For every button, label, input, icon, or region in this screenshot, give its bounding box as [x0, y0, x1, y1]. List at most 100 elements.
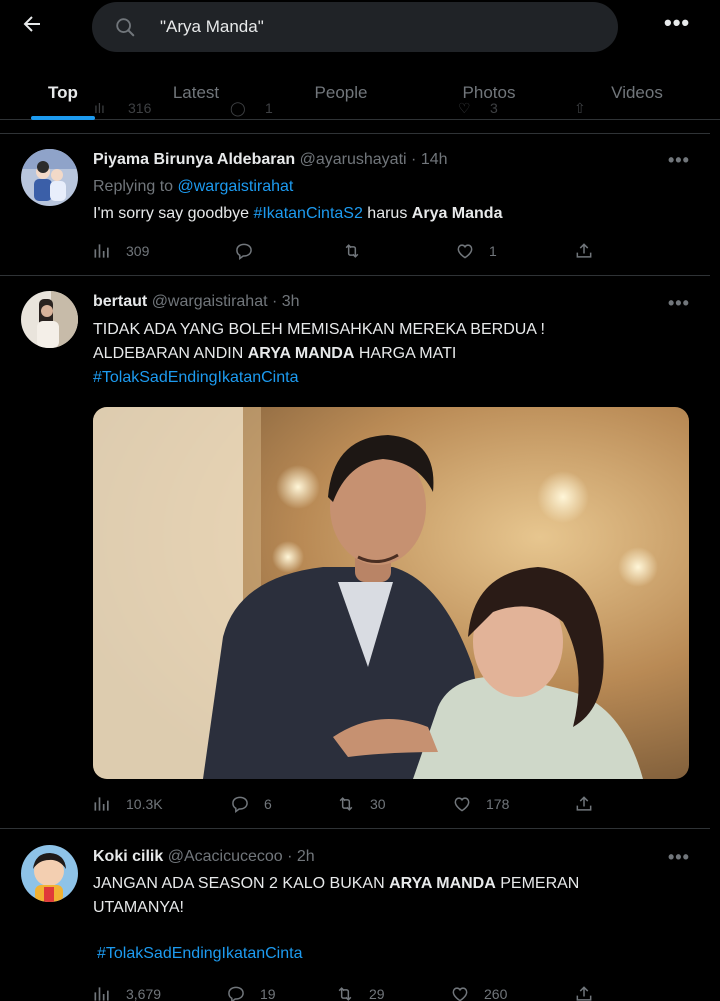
reply-to-handle[interactable]: @wargaistirahat [178, 178, 294, 195]
views-button[interactable]: 10.3K [92, 792, 163, 816]
text-segment: I'm sorry say goodbye [93, 205, 254, 222]
separator-dot: · [271, 293, 278, 310]
active-tab-indicator [31, 116, 95, 120]
timestamp[interactable]: 3h [282, 293, 300, 310]
tweet-body: I'm sorry say goodbye #IkatanCintaS2 har… [93, 202, 693, 226]
avatar[interactable] [21, 845, 78, 902]
search-query[interactable]: "Arya Manda" [160, 17, 264, 37]
tweet-text: Replying to @wargaistirahat I'm sorry sa… [93, 175, 693, 226]
tweet-line: ALDEBARAN ANDIN ARYA MANDA HARGA MATI [93, 342, 693, 366]
retweet-count: 30 [370, 796, 386, 812]
ghost-like-count: 3 [490, 100, 498, 116]
share-button[interactable] [574, 239, 608, 263]
display-name[interactable]: Koki cilik [93, 848, 163, 865]
timestamp[interactable]: 2h [297, 848, 315, 865]
views-icon [94, 244, 109, 258]
like-button[interactable]: 178 [452, 792, 509, 816]
retweet-button[interactable]: 30 [336, 792, 386, 816]
ghost-views-count: 316 [128, 100, 152, 116]
back-arrow-icon[interactable] [20, 12, 48, 40]
like-icon [457, 244, 473, 259]
ghost-like-icon: ♡ [458, 100, 471, 116]
hashtag-link[interactable]: #TolakSadEndingIkatanCinta [93, 942, 693, 966]
reply-button[interactable]: 19 [226, 982, 276, 1001]
retweet-button[interactable]: 29 [335, 982, 385, 1001]
retweet-button[interactable] [342, 239, 376, 263]
ghost-reply-count: 1 [265, 100, 273, 116]
highlighted-term: ARYA MANDA [247, 345, 355, 362]
tweet[interactable]: Koki cilik @Acacicucecoo · 2h ••• JANGAN… [0, 828, 710, 1001]
share-icon [576, 796, 592, 811]
retweet-icon [339, 797, 353, 811]
like-count: 260 [484, 986, 508, 1001]
tweet-text: JANGAN ADA SEASON 2 KALO BUKAN ARYA MAND… [93, 872, 693, 966]
share-button[interactable] [574, 792, 608, 816]
highlighted-term: Arya Manda [411, 205, 503, 222]
reply-icon [232, 796, 248, 813]
timestamp[interactable]: 14h [421, 151, 448, 168]
display-name[interactable]: Piyama Birunya Aldebaran [93, 151, 295, 168]
tweet[interactable]: bertaut @wargaistirahat · 3h ••• TIDAK A… [0, 275, 710, 828]
top-bar: "Arya Manda" ••• Top Latest People Photo… [0, 0, 720, 120]
views-button[interactable]: 309 [92, 239, 149, 263]
tweet-line: TIDAK ADA YANG BOLEH MEMISAHKAN MEREKA B… [93, 321, 545, 338]
tweet-text: TIDAK ADA YANG BOLEH MEMISAHKAN MEREKA B… [93, 318, 693, 390]
hashtag-link[interactable]: #IkatanCintaS2 [253, 205, 362, 222]
tab-top-label: Top [48, 83, 78, 102]
tweet-header: Piyama Birunya Aldebaran @ayarushayati ·… [93, 151, 448, 169]
views-button[interactable]: 3,679 [92, 982, 161, 1001]
display-name[interactable]: bertaut [93, 293, 147, 310]
reply-context: Replying to @wargaistirahat [93, 175, 693, 199]
separator-dot: · [287, 848, 293, 865]
tweet-actions: 309 1 [92, 239, 602, 263]
share-icon [576, 243, 592, 258]
text-segment: HARGA MATI [354, 345, 457, 362]
more-options-icon[interactable]: ••• [668, 293, 690, 314]
tweet-header: bertaut @wargaistirahat · 3h [93, 293, 300, 311]
tweet-actions: 10.3K 6 30 178 [92, 792, 602, 816]
text-segment: harus [362, 205, 412, 222]
search-icon [114, 16, 136, 38]
tweet-line: JANGAN ADA SEASON 2 KALO BUKAN ARYA MAND… [93, 872, 693, 896]
share-button[interactable] [574, 982, 608, 1001]
tweet-line: UTAMANYA! [93, 899, 184, 916]
highlighted-term: ARYA MANDA [389, 875, 496, 892]
reply-button[interactable]: 6 [230, 792, 272, 816]
text-segment: JANGAN ADA SEASON 2 KALO BUKAN [93, 875, 390, 892]
like-button[interactable]: 1 [455, 239, 497, 263]
replying-to-label: Replying to [93, 178, 174, 195]
retweet-count: 29 [369, 986, 385, 1001]
reply-count: 6 [264, 796, 272, 812]
share-icon [576, 986, 592, 1001]
tweet[interactable]: Piyama Birunya Aldebaran @ayarushayati ·… [0, 133, 710, 275]
like-button[interactable]: 260 [450, 982, 507, 1001]
reply-icon [236, 243, 252, 260]
avatar[interactable] [21, 291, 78, 348]
views-icon [94, 987, 109, 1001]
like-icon [454, 797, 470, 812]
user-handle[interactable]: @Acacicucecoo [168, 848, 283, 865]
views-count: 10.3K [126, 796, 163, 812]
tweet-photo[interactable] [93, 407, 689, 779]
text-segment: PEMERAN [495, 875, 580, 892]
hashtag-link[interactable]: #TolakSadEndingIkatanCinta [93, 366, 693, 390]
ghost-views-icon: ılı [94, 100, 105, 116]
text-segment: ALDEBARAN ANDIN [93, 345, 248, 362]
user-handle[interactable]: @ayarushayati [300, 151, 407, 168]
retweet-icon [345, 244, 359, 258]
user-handle[interactable]: @wargaistirahat [152, 293, 268, 310]
like-count: 178 [486, 796, 510, 812]
reply-button[interactable] [234, 239, 268, 263]
more-options-icon[interactable]: ••• [668, 150, 690, 171]
avatar[interactable] [21, 149, 78, 206]
ghost-reply-icon: ◯ [230, 100, 246, 116]
reply-icon [228, 986, 244, 1001]
ghost-share-icon: ⇧ [574, 100, 586, 116]
reply-count: 19 [260, 986, 276, 1001]
more-options-icon[interactable]: ••• [664, 10, 690, 36]
like-icon [452, 987, 468, 1001]
search-input[interactable]: "Arya Manda" [92, 2, 618, 52]
views-count: 3,679 [126, 986, 162, 1001]
more-options-icon[interactable]: ••• [668, 847, 690, 868]
